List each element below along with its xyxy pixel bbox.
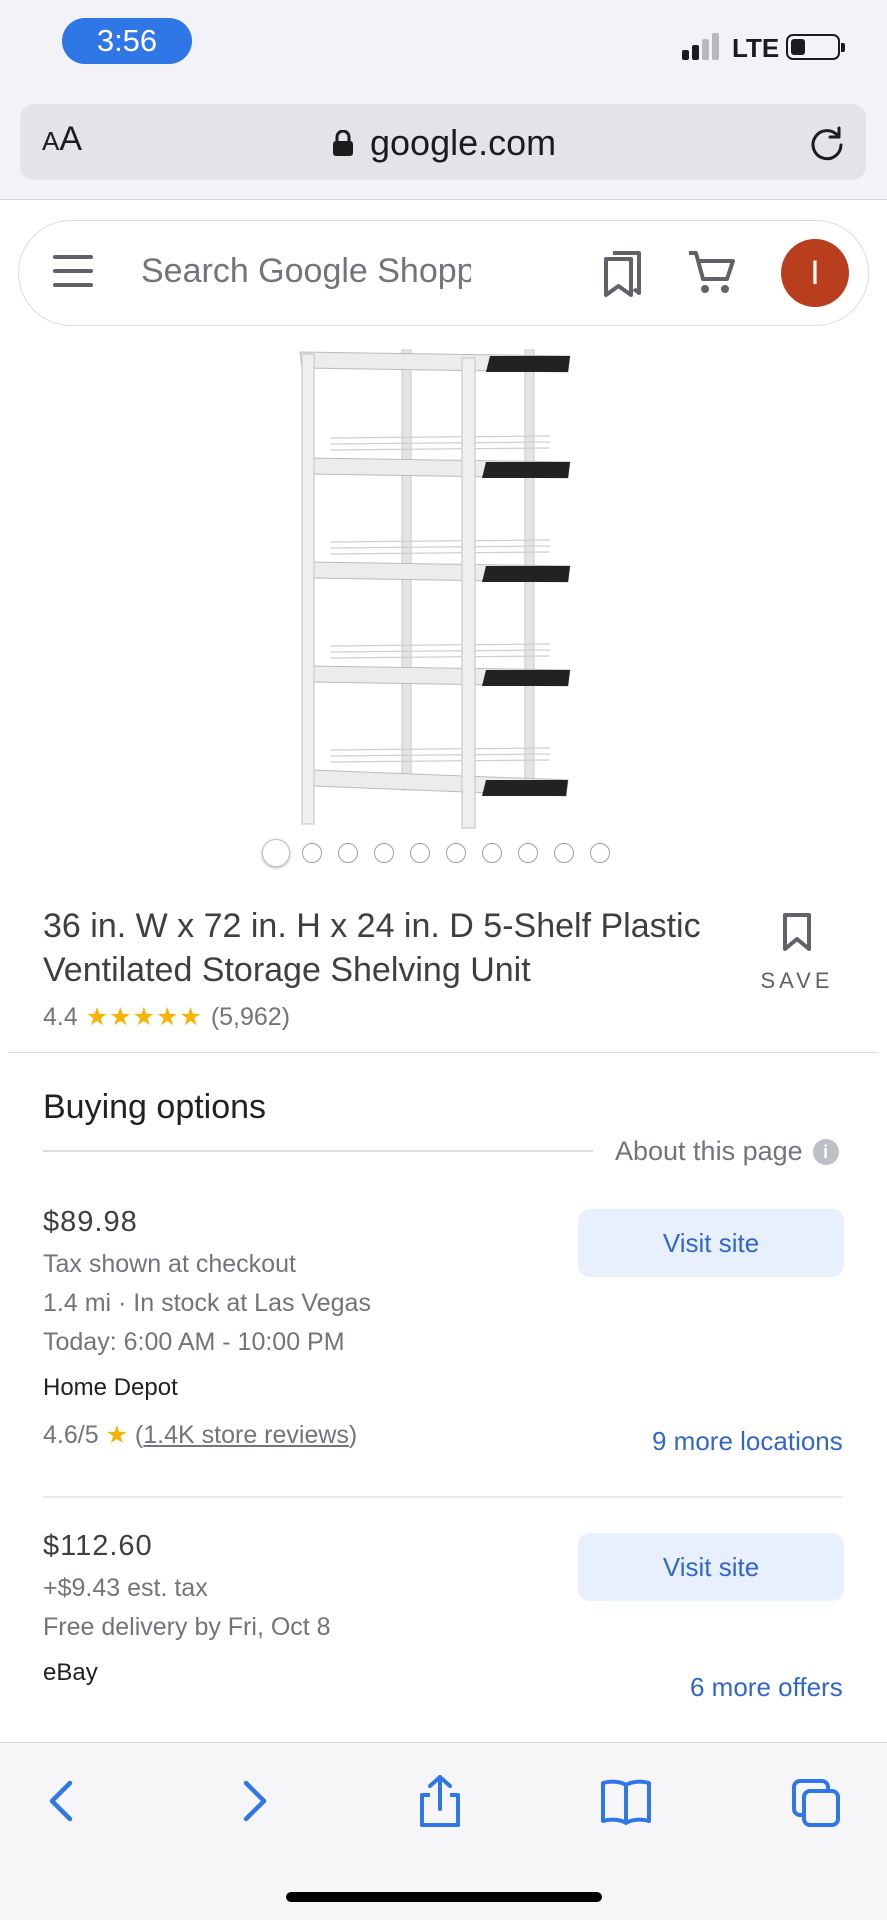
cart-icon[interactable]	[687, 249, 737, 297]
avatar[interactable]: I	[781, 239, 849, 307]
review-count: (5,962)	[210, 1003, 291, 1031]
browser-address-area: AA google.com	[0, 96, 887, 200]
carousel-dot[interactable]	[374, 843, 394, 863]
save-label: SAVE	[760, 968, 834, 993]
store-reviews-link[interactable]: 1.4K store reviews	[143, 1421, 349, 1449]
star-icon: ★	[105, 1421, 128, 1449]
carousel-dot[interactable]	[446, 843, 466, 863]
info-icon: i	[812, 1139, 839, 1165]
menu-icon[interactable]	[53, 255, 93, 291]
star-rating-icon: ★★★★★	[85, 1003, 203, 1031]
merchant-name[interactable]: Home Depot	[43, 1374, 843, 1402]
share-icon[interactable]	[414, 1773, 466, 1829]
tabs-icon[interactable]	[790, 1773, 842, 1829]
forward-icon[interactable]	[228, 1773, 280, 1829]
rating-value: 4.4	[43, 1003, 78, 1031]
text-size-button[interactable]: AA	[42, 120, 82, 159]
url-domain[interactable]: google.com	[370, 122, 556, 164]
product-title: 36 in. W x 72 in. H x 24 in. D 5-Shelf P…	[43, 907, 701, 989]
carousel-dot[interactable]	[338, 843, 358, 863]
carousel-dot[interactable]	[482, 843, 502, 863]
product-image[interactable]	[290, 340, 600, 840]
more-locations-link[interactable]: 9 more locations	[652, 1426, 843, 1457]
product-rating[interactable]: 4.4 ★★★★★ (5,962)	[43, 1002, 290, 1032]
offer-card: $89.98 Tax shown at checkout 1.4 mi · In…	[43, 1206, 844, 1456]
more-offers-link[interactable]: 6 more offers	[690, 1672, 843, 1703]
offer-card: $112.60 +$9.43 est. tax Free delivery by…	[43, 1530, 844, 1702]
search-input[interactable]	[141, 241, 471, 301]
reload-icon[interactable]	[808, 124, 846, 162]
status-bar: 3:56 LTE	[0, 0, 887, 96]
address-bar[interactable]: AA google.com	[20, 104, 866, 180]
back-icon[interactable]	[36, 1773, 88, 1829]
offer-hours: Today: 6:00 AM - 10:00 PM	[43, 1328, 345, 1356]
divider	[43, 1150, 593, 1152]
section-title: Buying options	[43, 1088, 267, 1126]
shopping-search-bar: I	[18, 220, 869, 326]
status-time: 3:56	[62, 18, 192, 64]
bookmarks-book-icon[interactable]	[600, 1773, 652, 1829]
carousel-dot[interactable]	[590, 843, 610, 863]
signal-icon	[682, 30, 722, 60]
offer-availability: 1.4 mi · In stock at Las Vegas	[43, 1289, 371, 1317]
bookmark-icon	[783, 913, 811, 951]
network-label: LTE	[732, 33, 780, 63]
carousel-dot[interactable]	[302, 843, 322, 863]
about-this-page-link[interactable]: About this page i	[615, 1136, 839, 1167]
visit-site-button[interactable]: Visit site	[578, 1209, 844, 1277]
carousel-dot[interactable]	[518, 843, 538, 863]
visit-site-button[interactable]: Visit site	[578, 1533, 844, 1601]
divider	[43, 1496, 843, 1498]
divider	[8, 1052, 878, 1053]
saved-items-icon[interactable]	[601, 249, 645, 299]
carousel-dot[interactable]	[554, 843, 574, 863]
offer-delivery: Free delivery by Fri, Oct 8	[43, 1613, 331, 1641]
carousel-dot[interactable]	[410, 843, 430, 863]
home-indicator	[286, 1892, 602, 1902]
battery-icon	[786, 34, 845, 60]
carousel-dot[interactable]	[262, 839, 290, 867]
lock-icon	[333, 130, 353, 156]
save-button[interactable]: SAVE	[752, 906, 842, 996]
